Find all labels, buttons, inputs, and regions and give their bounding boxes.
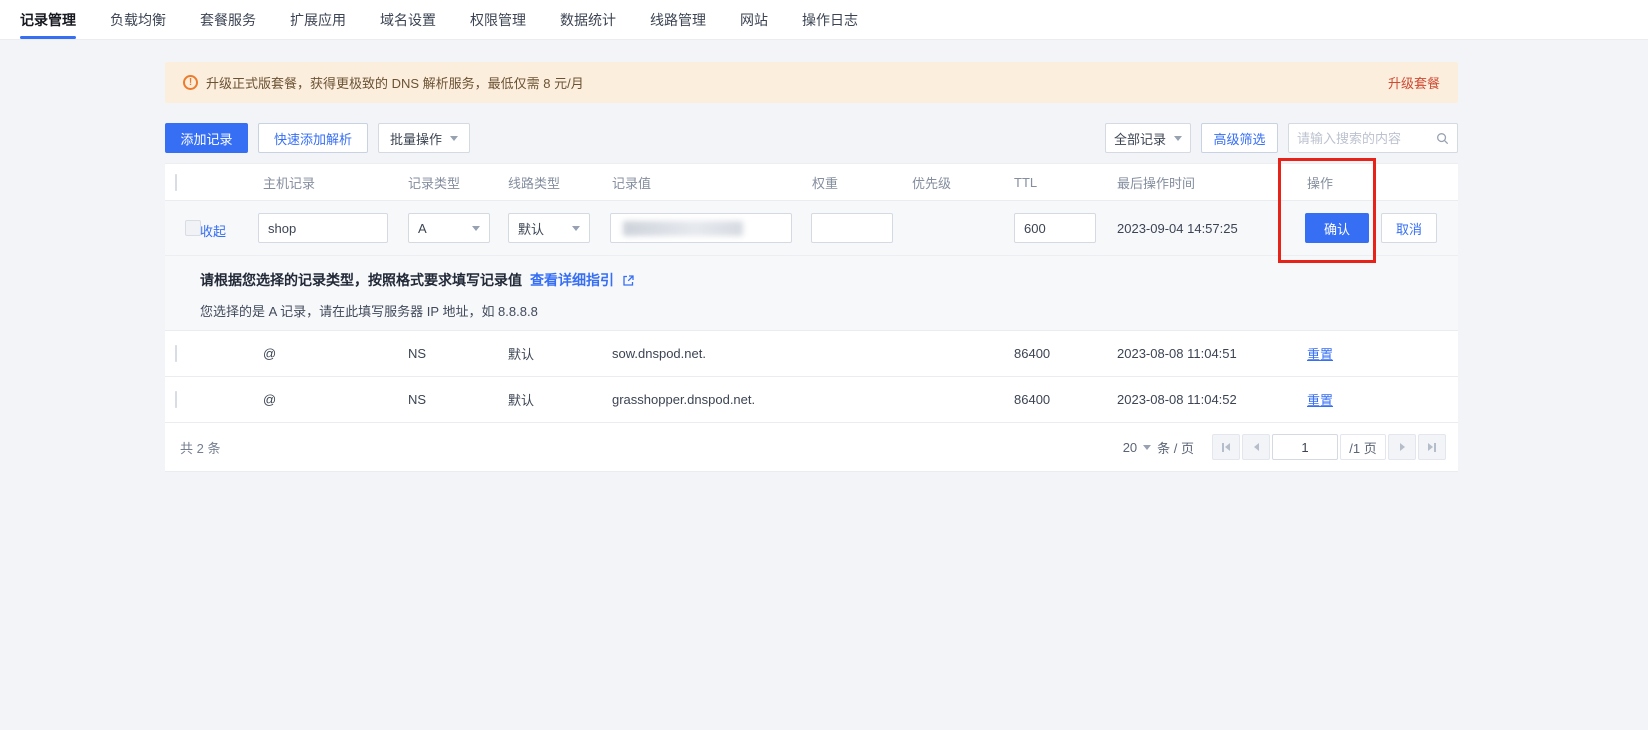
cancel-button[interactable]: 取消	[1381, 213, 1437, 243]
tab-website[interactable]: 网站	[740, 0, 768, 39]
search-box	[1288, 123, 1458, 153]
record-filter-dropdown[interactable]: 全部记录	[1105, 123, 1191, 153]
chevron-down-icon	[450, 136, 458, 141]
line-type-value: 默认	[518, 219, 544, 238]
tab-plan-services[interactable]: 套餐服务	[200, 0, 256, 39]
tab-load-balancing[interactable]: 负载均衡	[110, 0, 166, 39]
external-link-icon	[622, 274, 635, 287]
header-host: 主机记录	[263, 173, 408, 192]
row-checkbox[interactable]	[185, 220, 201, 236]
last-page-button[interactable]	[1418, 434, 1446, 460]
header-value: 记录值	[612, 173, 812, 192]
row-checkbox[interactable]	[175, 391, 177, 408]
cell-ttl: 86400	[1014, 392, 1117, 407]
help-description: 您选择的是 A 记录，请在此填写服务器 IP 地址，如 8.8.8.8	[200, 301, 1458, 320]
cell-host: @	[263, 346, 408, 361]
banner-text: 升级正式版套餐，获得更极致的 DNS 解析服务，最低仅需 8 元/月	[206, 73, 1388, 92]
first-page-button[interactable]	[1212, 434, 1240, 460]
cell-host: @	[263, 392, 408, 407]
upgrade-banner: ! 升级正式版套餐，获得更极致的 DNS 解析服务，最低仅需 8 元/月 升级套…	[165, 62, 1458, 103]
cell-ttl: 86400	[1014, 346, 1117, 361]
cell-time: 2023-08-08 11:04:51	[1117, 346, 1307, 361]
reset-link[interactable]: 重置	[1307, 347, 1333, 362]
prev-page-icon	[1254, 443, 1259, 451]
record-type-value: A	[418, 221, 427, 236]
detailed-guide-link[interactable]: 查看详细指引	[530, 270, 614, 290]
table-header-row: 主机记录 记录类型 线路类型 记录值 权重 优先级 TTL 最后操作时间 操作	[165, 164, 1458, 201]
pagination: /1 页	[1212, 434, 1446, 460]
tab-statistics[interactable]: 数据统计	[560, 0, 616, 39]
ttl-input[interactable]	[1014, 213, 1096, 243]
cell-time: 2023-08-08 11:04:52	[1117, 392, 1307, 407]
confirm-button[interactable]: 确认	[1305, 213, 1369, 243]
page-size-select[interactable]: 20 条 / 页	[1123, 438, 1194, 457]
page-total-label: /1 页	[1340, 434, 1386, 460]
tab-line-management[interactable]: 线路管理	[650, 0, 706, 39]
next-page-icon	[1400, 443, 1405, 451]
table-footer: 共 2 条 20 条 / 页 /1 页	[165, 423, 1458, 471]
page-number-input[interactable]	[1272, 434, 1338, 460]
cell-value: grasshopper.dnspod.net.	[612, 392, 812, 407]
cell-value: sow.dnspod.net.	[612, 346, 812, 361]
header-type: 记录类型	[408, 173, 508, 192]
total-count: 共 2 条	[180, 438, 220, 457]
add-record-button[interactable]: 添加记录	[165, 123, 248, 153]
page-size-value: 20	[1123, 440, 1137, 455]
select-all-checkbox[interactable]	[175, 174, 177, 191]
redacted-record-value	[623, 221, 743, 236]
batch-operations-label: 批量操作	[390, 129, 442, 148]
header-line: 线路类型	[508, 173, 612, 192]
warning-icon: !	[183, 75, 198, 90]
table-row: @ NS 默认 grasshopper.dnspod.net. 86400 20…	[165, 377, 1458, 423]
last-page-icon	[1428, 443, 1433, 451]
record-value-help: 请根据您选择的记录类型，按照格式要求填写记录值 查看详细指引 您选择的是 A 记…	[165, 256, 1458, 331]
record-edit-row: 收起 A 默认 2023-09-04 14:57:25 确认 取消	[165, 201, 1458, 256]
row-checkbox[interactable]	[175, 345, 177, 362]
table-row: @ NS 默认 sow.dnspod.net. 86400 2023-08-08…	[165, 331, 1458, 377]
chevron-down-icon	[1143, 445, 1151, 450]
record-type-select[interactable]: A	[408, 213, 490, 243]
tab-record-management[interactable]: 记录管理	[20, 0, 76, 39]
reset-link[interactable]: 重置	[1307, 393, 1333, 408]
header-last-operated: 最后操作时间	[1117, 173, 1307, 192]
toolbar: 添加记录 快速添加解析 批量操作 全部记录 高级筛选	[165, 123, 1458, 153]
collapse-link[interactable]: 收起	[200, 221, 226, 240]
per-page-label: 条 / 页	[1157, 438, 1194, 457]
record-filter-label: 全部记录	[1114, 129, 1166, 148]
record-value-input[interactable]	[610, 213, 792, 243]
tab-extensions[interactable]: 扩展应用	[290, 0, 346, 39]
tab-domain-settings[interactable]: 域名设置	[380, 0, 436, 39]
cell-type: NS	[408, 392, 508, 407]
advanced-filter-button[interactable]: 高级筛选	[1201, 123, 1278, 153]
weight-input[interactable]	[811, 213, 893, 243]
chevron-down-icon	[572, 226, 580, 231]
edit-row-timestamp: 2023-09-04 14:57:25	[1117, 221, 1238, 236]
dns-console-page: 记录管理 负载均衡 套餐服务 扩展应用 域名设置 权限管理 数据统计 线路管理 …	[0, 0, 1648, 730]
next-page-button[interactable]	[1388, 434, 1416, 460]
host-record-input[interactable]	[258, 213, 388, 243]
tab-operation-log[interactable]: 操作日志	[802, 0, 858, 39]
prev-page-button[interactable]	[1242, 434, 1270, 460]
header-priority: 优先级	[912, 173, 1014, 192]
tab-permission-management[interactable]: 权限管理	[470, 0, 526, 39]
first-page-icon	[1225, 443, 1230, 451]
cell-type: NS	[408, 346, 508, 361]
search-input[interactable]	[1297, 131, 1436, 146]
search-icon[interactable]	[1436, 132, 1449, 145]
batch-operations-dropdown[interactable]: 批量操作	[378, 123, 470, 153]
header-weight: 权重	[812, 173, 912, 192]
quick-add-button[interactable]: 快速添加解析	[258, 123, 368, 153]
cell-line: 默认	[508, 390, 612, 409]
chevron-down-icon	[1174, 136, 1182, 141]
cell-line: 默认	[508, 344, 612, 363]
chevron-down-icon	[472, 226, 480, 231]
help-title-text: 请根据您选择的记录类型，按照格式要求填写记录值	[200, 270, 522, 290]
upgrade-plan-link[interactable]: 升级套餐	[1388, 73, 1440, 92]
header-ttl: TTL	[1014, 175, 1117, 190]
top-nav: 记录管理 负载均衡 套餐服务 扩展应用 域名设置 权限管理 数据统计 线路管理 …	[0, 0, 1648, 40]
line-type-select[interactable]: 默认	[508, 213, 590, 243]
records-table: 主机记录 记录类型 线路类型 记录值 权重 优先级 TTL 最后操作时间 操作 …	[165, 163, 1458, 472]
header-actions: 操作	[1307, 173, 1458, 192]
